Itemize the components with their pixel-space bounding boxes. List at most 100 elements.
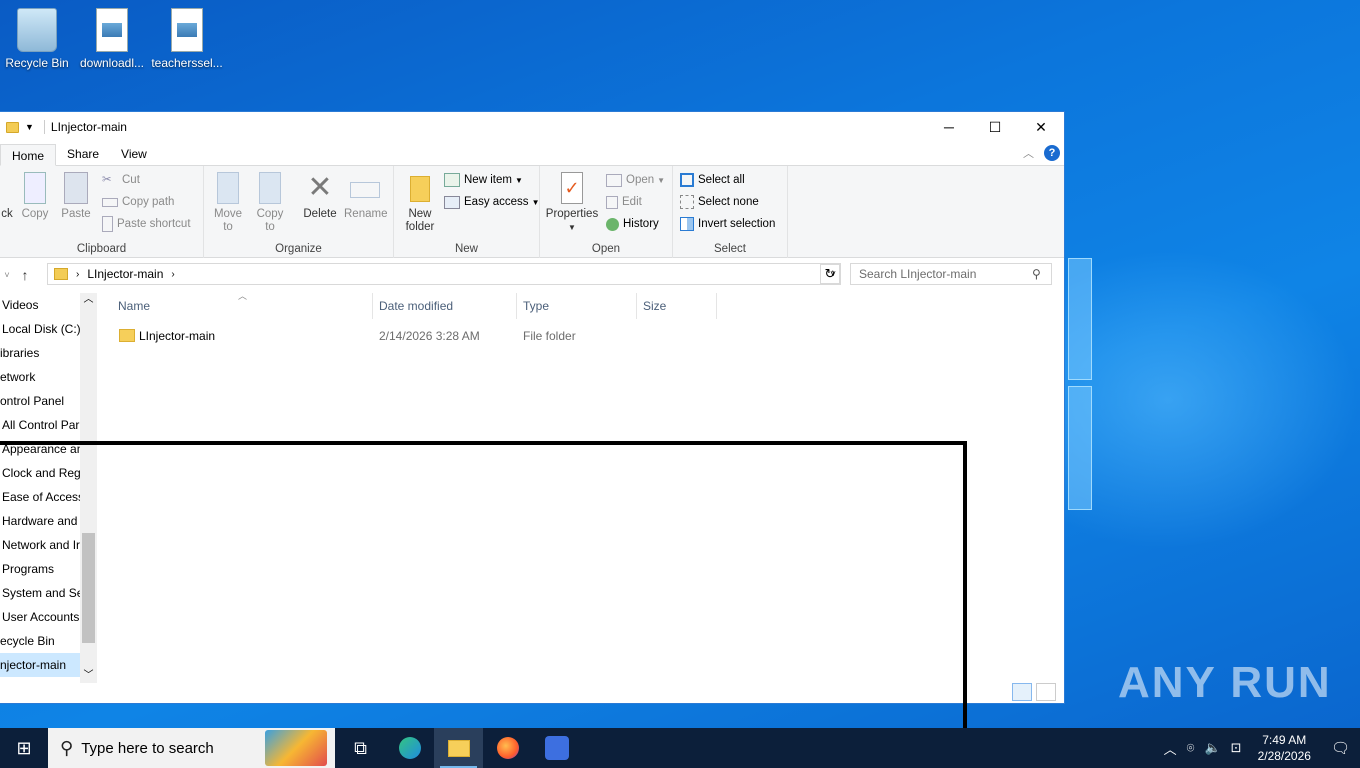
group-label: Organize <box>275 243 322 255</box>
file-date: 2/14/2026 3:28 AM <box>379 329 480 343</box>
scrollbar-thumb[interactable] <box>82 533 95 643</box>
desktop-icon-file[interactable]: downloadl... <box>76 8 148 70</box>
file-explorer-taskbar-icon[interactable] <box>434 728 483 768</box>
task-view-icon[interactable]: ⧉ <box>336 728 385 768</box>
window-title: LInjector-main <box>50 120 127 134</box>
tab-home[interactable]: Home <box>0 144 57 166</box>
desktop-icon-file[interactable]: teacherssel... <box>151 8 223 70</box>
open-icon <box>606 173 622 187</box>
open-group: ✓ Properties ▼ Open ▼ Edit History Open <box>540 166 673 258</box>
large-icons-view-icon[interactable] <box>1036 683 1056 701</box>
invert-selection-button[interactable]: Invert selection <box>680 214 775 234</box>
volume-icon[interactable]: 🔈 <box>1204 740 1220 756</box>
paste-shortcut-button[interactable]: Paste shortcut <box>102 214 191 234</box>
cut-button[interactable]: ✂ Cut <box>102 170 140 190</box>
column-divider[interactable] <box>716 293 717 319</box>
scroll-up-icon[interactable]: ︿ <box>80 293 97 307</box>
quick-access-dropdown-icon[interactable]: ▼ <box>25 122 34 132</box>
copy-path-icon <box>102 197 118 207</box>
history-button[interactable]: History <box>606 214 659 234</box>
desktop-icon-recycle-bin[interactable]: Recycle Bin <box>1 8 73 70</box>
ribbon: ck Copy Paste ✂ Cut Copy path Paste shor… <box>0 166 1064 258</box>
minimize-button[interactable]: ─ <box>926 112 972 142</box>
taskbar-search[interactable]: ⚲ Type here to search <box>48 728 335 768</box>
search-input[interactable]: Search LInjector-main <box>850 263 1052 285</box>
copy-to-button[interactable]: Copy to <box>254 172 286 234</box>
delete-button[interactable]: ✕ Delete <box>300 172 340 221</box>
column-divider[interactable] <box>372 293 373 319</box>
chevron-down-icon: ▼ <box>514 175 523 185</box>
open-button[interactable]: Open ▼ <box>606 170 665 190</box>
pin-button[interactable]: ck <box>0 172 14 221</box>
edge-browser-icon[interactable] <box>385 728 434 768</box>
address-bar[interactable]: › LInjector-main › ˅ <box>47 263 841 285</box>
column-header-name[interactable]: Name <box>118 299 150 313</box>
maximize-button[interactable]: ☐ <box>972 112 1018 142</box>
column-header-size[interactable]: Size <box>643 299 666 313</box>
file-row[interactable]: LInjector-main 2/14/2026 3:28 AM File fo… <box>102 325 1062 347</box>
clipboard-group: ck Copy Paste ✂ Cut Copy path Paste shor… <box>0 166 204 258</box>
address-bar-row: ˅ ↑ › LInjector-main › ˅ ↻ Search LInjec… <box>0 258 1064 292</box>
breadcrumb[interactable]: LInjector-main <box>87 267 163 281</box>
paste-button[interactable]: Paste <box>58 172 94 221</box>
details-view-icon[interactable] <box>1012 683 1032 701</box>
copy-button[interactable]: Copy <box>18 172 52 221</box>
network-icon[interactable]: ⊡ <box>1231 740 1242 756</box>
column-header-type[interactable]: Type <box>523 299 549 313</box>
notifications-icon[interactable]: 🗨 <box>1331 739 1350 757</box>
system-tray: ︿ ⌾ 🔈 ⊡ 7:49 AM 2/28/2026 🗨 <box>1164 732 1360 764</box>
nav-scrollbar[interactable]: ︿ ﹀ <box>80 293 97 683</box>
edit-button[interactable]: Edit <box>606 192 642 212</box>
search-icon: ⚲ <box>60 737 74 758</box>
clock[interactable]: 7:49 AM 2/28/2026 <box>1258 732 1311 764</box>
file-list: Name ︿ Date modified Type Size LInjector… <box>102 291 1062 683</box>
desktop-icon-label: downloadl... <box>79 56 145 70</box>
refresh-icon[interactable]: ↻ <box>820 264 840 284</box>
tab-share[interactable]: Share <box>56 143 110 165</box>
organize-group: Move to Copy to ✕ Delete Rename Organize <box>204 166 394 258</box>
ribbon-tabs: Home Share View ︿ ? <box>0 142 1064 166</box>
history-icon <box>606 217 619 231</box>
chevron-down-icon: ▼ <box>657 175 666 185</box>
new-folder-button[interactable]: New folder <box>402 172 438 234</box>
help-icon[interactable]: ? <box>1044 145 1060 161</box>
recent-locations-icon[interactable]: ˅ <box>0 270 14 280</box>
show-hidden-icons-icon[interactable]: ︿ <box>1164 739 1177 758</box>
taskbar: ⊞ ⚲ Type here to search ⧉ ︿ ⌾ 🔈 ⊡ 7:49 A… <box>0 728 1360 768</box>
properties-button[interactable]: ✓ Properties ▼ <box>545 172 599 234</box>
move-to-button[interactable]: Move to <box>212 172 244 234</box>
up-arrow-icon[interactable]: ↑ <box>14 267 36 283</box>
chevron-down-icon: ▼ <box>531 197 540 207</box>
rename-button[interactable]: Rename <box>344 172 387 221</box>
clock-date: 2/28/2026 <box>1257 749 1311 763</box>
file-explorer-window: ▼ LInjector-main ─ ☐ ✕ Home Share View ︿… <box>0 111 1065 704</box>
new-item-button[interactable]: New item ▼ <box>444 170 523 190</box>
collapse-ribbon-icon[interactable]: ︿ <box>1023 145 1034 161</box>
scroll-down-icon[interactable]: ﹀ <box>80 669 97 683</box>
app-icon[interactable] <box>532 728 581 768</box>
start-button[interactable]: ⊞ <box>0 728 48 768</box>
folder-icon <box>54 268 68 280</box>
group-label: Open <box>591 243 621 255</box>
group-label: New <box>454 243 478 255</box>
close-button[interactable]: ✕ <box>1018 112 1064 142</box>
select-all-button[interactable]: Select all <box>680 170 745 190</box>
search-icon: ⚲ <box>1032 267 1041 281</box>
column-header-date[interactable]: Date modified <box>379 299 453 313</box>
divider <box>43 120 45 134</box>
column-divider[interactable] <box>636 293 637 319</box>
recycle-bin-icon <box>17 8 57 52</box>
select-none-button[interactable]: Select none <box>680 192 759 212</box>
tab-view[interactable]: View <box>110 143 158 165</box>
meet-icon[interactable]: ⌾ <box>1187 740 1195 756</box>
paste-icon <box>64 172 88 204</box>
easy-access-button[interactable]: Easy access ▼ <box>444 192 539 212</box>
folder-icon <box>6 121 19 133</box>
chevron-right-icon: › <box>76 268 80 280</box>
column-divider[interactable] <box>516 293 517 319</box>
copy-path-button[interactable]: Copy path <box>102 192 174 212</box>
nav-item-selected[interactable]: njector-main <box>0 653 80 677</box>
firefox-icon[interactable] <box>483 728 532 768</box>
delete-x-icon: ✕ <box>307 171 333 204</box>
new-folder-icon <box>410 176 430 202</box>
